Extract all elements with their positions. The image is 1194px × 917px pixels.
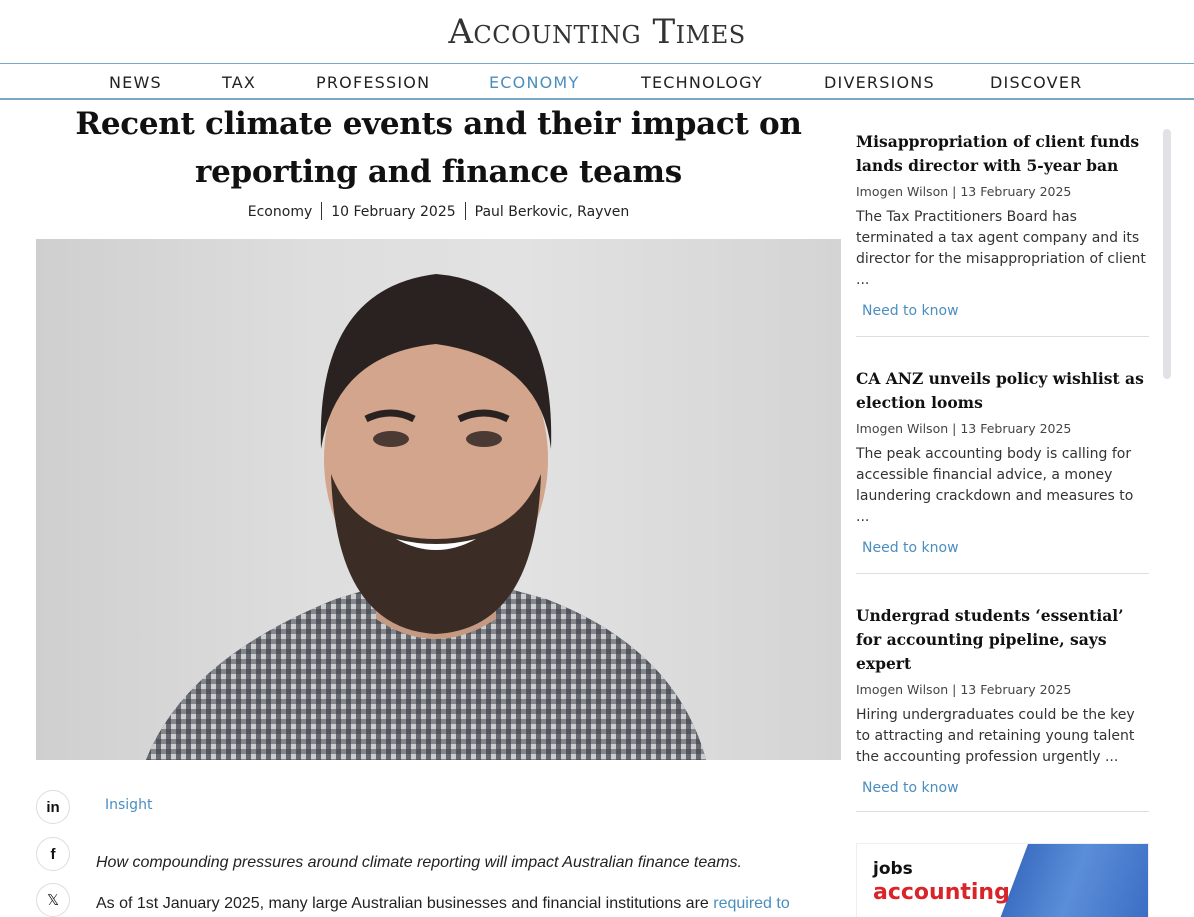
facebook-share-button[interactable]: f <box>36 837 70 871</box>
ad-photo <box>998 844 1148 917</box>
card-title[interactable]: CA ANZ unveils policy wishlist as electi… <box>856 367 1149 415</box>
card-category-link[interactable]: Need to know <box>856 780 1149 796</box>
main-nav: NEWS TAX PROFESSION ECONOMY TECHNOLOGY D… <box>0 63 1194 100</box>
card-divider <box>856 336 1149 337</box>
article-tag[interactable]: Insight <box>105 797 152 813</box>
card-summary: Hiring undergraduates could be the key t… <box>856 707 1135 765</box>
article-lede: How compounding pressures around climate… <box>96 854 742 871</box>
card-category-link[interactable]: Need to know <box>856 303 1149 319</box>
nav-news[interactable]: NEWS <box>109 73 162 92</box>
card-summary: The Tax Practitioners Board has terminat… <box>856 209 1146 288</box>
card-author: Imogen Wilson <box>856 421 949 436</box>
sidebar-article-card[interactable]: CA ANZ unveils policy wishlist as electi… <box>856 367 1149 556</box>
card-date: 13 February 2025 <box>960 184 1072 199</box>
article-title: Recent climate events and their impact o… <box>75 106 802 190</box>
card-meta: Imogen Wilson | 13 February 2025 <box>856 421 1072 436</box>
sidebar-article-card[interactable]: Undergrad students ‘essential’ for accou… <box>856 604 1149 796</box>
card-title[interactable]: Misappropriation of client funds lands d… <box>856 130 1149 178</box>
card-date: 13 February 2025 <box>960 421 1072 436</box>
card-category-link[interactable]: Need to know <box>856 540 1149 556</box>
jobs-accounting-ad[interactable]: jobs accounting <box>856 843 1149 917</box>
ad-jobs-label: jobs <box>873 859 913 879</box>
hero-image <box>36 239 841 760</box>
ad-accounting-label: accounting <box>873 880 1010 905</box>
sidebar-article-card[interactable]: Misappropriation of client funds lands d… <box>856 130 1149 319</box>
nav-technology[interactable]: TECHNOLOGY <box>641 73 763 92</box>
article-body-paragraph: As of 1st January 2025, many large Austr… <box>96 895 790 913</box>
portrait-illustration <box>146 274 706 760</box>
x-share-button[interactable]: 𝕏 <box>36 883 70 917</box>
article-meta: Economy 10 February 2025 Paul Berkovic, Ra… <box>36 202 841 220</box>
card-author: Imogen Wilson <box>856 682 949 697</box>
site-logo[interactable]: Accounting Times <box>0 12 1194 52</box>
card-meta: Imogen Wilson | 13 February 2025 <box>856 682 1072 697</box>
card-date: 13 February 2025 <box>960 682 1072 697</box>
article-category[interactable]: Economy <box>239 204 321 220</box>
linkedin-icon: in <box>46 798 60 816</box>
body-text: As of 1st January 2025, many large Austr… <box>96 895 714 912</box>
x-icon: 𝕏 <box>46 892 60 909</box>
card-title[interactable]: Undergrad students ‘essential’ for accou… <box>856 604 1149 676</box>
card-meta: Imogen Wilson | 13 February 2025 <box>856 184 1072 199</box>
article-date: 10 February 2025 <box>331 204 456 220</box>
nav-economy[interactable]: ECONOMY <box>489 73 579 92</box>
nav-discover[interactable]: DISCOVER <box>990 73 1082 92</box>
article-author[interactable]: Paul Berkovic, Rayven <box>466 204 639 220</box>
card-divider <box>856 573 1149 574</box>
nav-tax[interactable]: TAX <box>222 73 256 92</box>
card-divider <box>856 811 1149 812</box>
nav-profession[interactable]: PROFESSION <box>316 73 430 92</box>
masthead: Accounting Times <box>0 0 1194 63</box>
facebook-icon: f <box>50 845 56 863</box>
linkedin-share-button[interactable]: in <box>36 790 70 824</box>
body-link[interactable]: required to <box>713 895 790 912</box>
nav-diversions[interactable]: DIVERSIONS <box>824 73 935 92</box>
sidebar-scrollbar[interactable] <box>1163 129 1171 379</box>
card-summary: The peak accounting body is calling for … <box>856 446 1134 525</box>
card-author: Imogen Wilson <box>856 184 949 199</box>
